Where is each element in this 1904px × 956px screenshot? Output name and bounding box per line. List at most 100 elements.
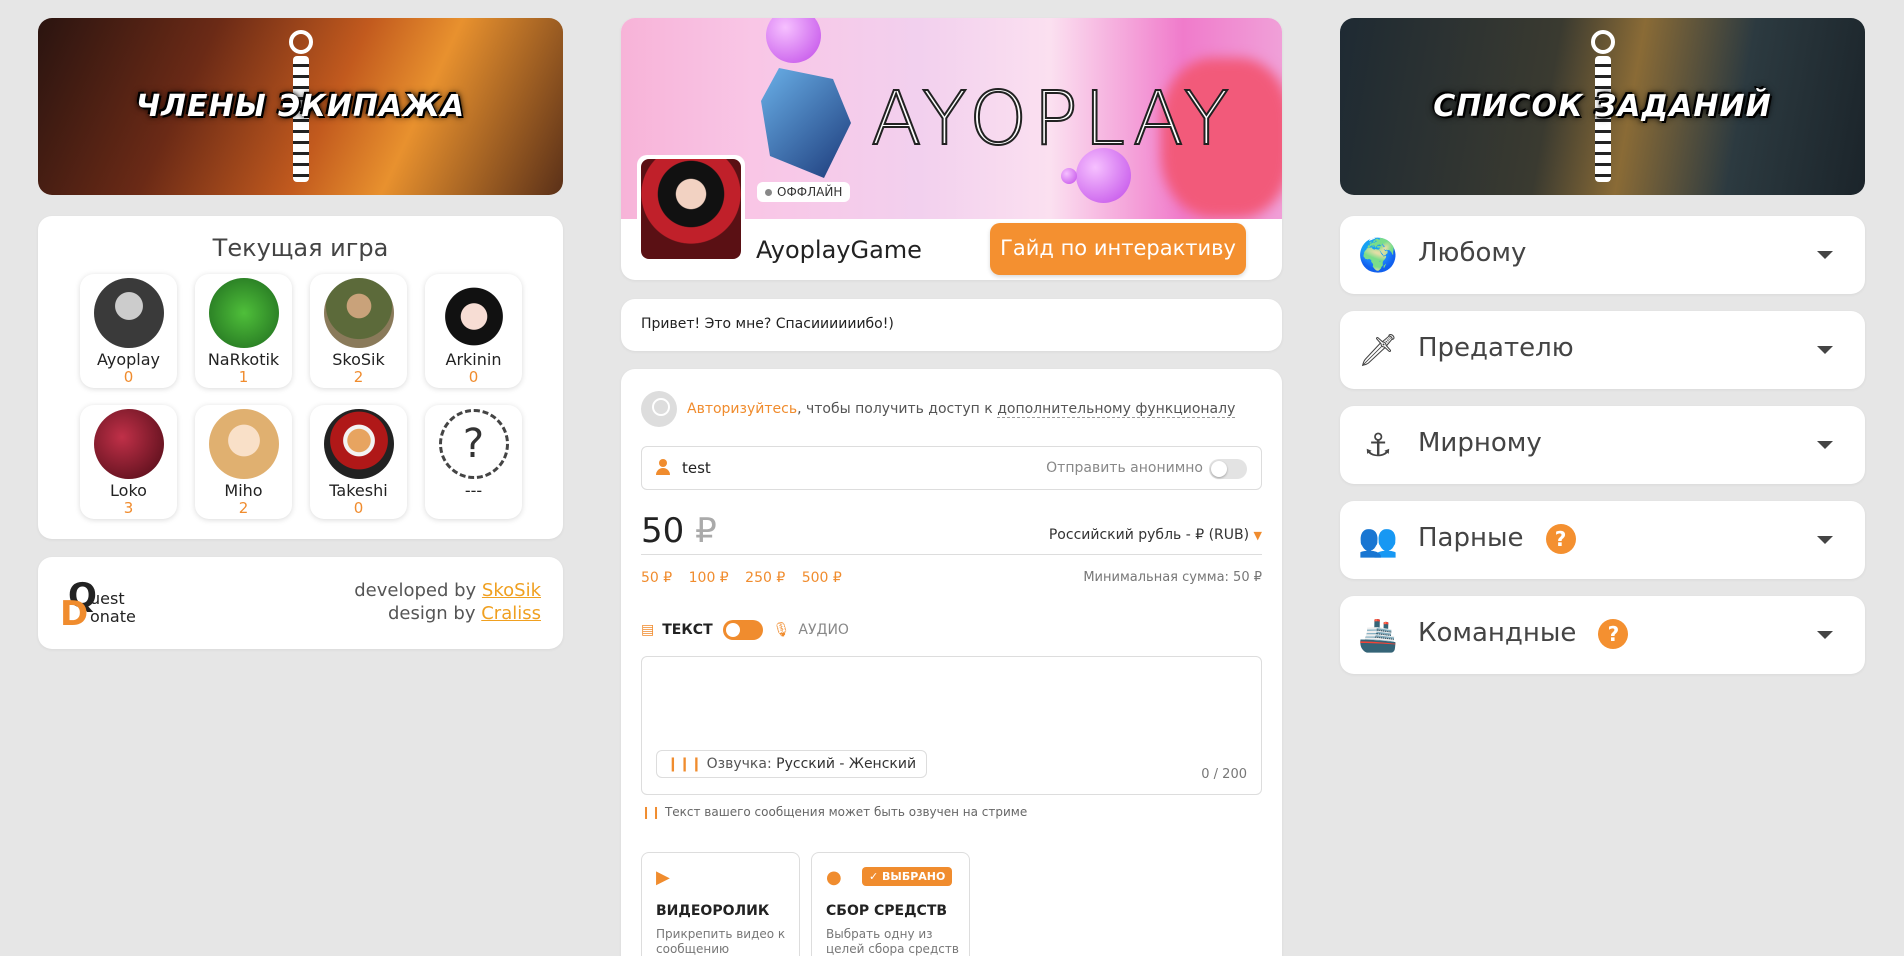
current-game-title: Текущая игра (212, 234, 389, 262)
player-name: Ayoplay (97, 350, 160, 369)
option-title: ВИДЕОРОЛИК (656, 903, 770, 919)
avatar (323, 278, 394, 348)
chevron-down-icon (1817, 346, 1833, 354)
features-link[interactable]: дополнительному функционалу (997, 401, 1236, 418)
option-title: СБОР СРЕДСТВ (826, 903, 948, 919)
category-anyone[interactable]: 🌍 Любому (1340, 216, 1865, 294)
preset-250[interactable]: 250 ₽ (745, 570, 785, 586)
amount-field[interactable]: 50 ₽ Российский рубль - ₽ (RUB) ▼ (641, 509, 1262, 555)
status-dot-icon (765, 189, 772, 196)
player-card[interactable]: Arkinin 0 (425, 274, 522, 388)
currency-select[interactable]: Российский рубль - ₽ (RUB) ▼ (1049, 527, 1262, 543)
char-counter: 0 / 200 (1201, 767, 1247, 782)
player-score: 0 (353, 499, 364, 517)
player-card[interactable]: NaRkotik 1 (195, 274, 292, 388)
player-score: 2 (238, 499, 249, 517)
guide-button[interactable]: Гайд по интерактиву (990, 223, 1246, 275)
amount-presets: 50 ₽ 100 ₽ 250 ₽ 500 ₽ (641, 570, 854, 586)
current-game-card: Текущая игра Ayoplay 0 NaRkotik 1 SkoSik… (38, 216, 563, 539)
auth-prompt: Авторизуйтесь, чтобы получить доступ к д… (641, 391, 1236, 427)
ayoplay-banner-text: AYOPLAY (870, 75, 1235, 163)
avatar (438, 278, 509, 348)
player-card[interactable]: Ayoplay 0 (80, 274, 177, 388)
knife-icon: 🗡 (1358, 331, 1399, 369)
preset-50[interactable]: 50 ₽ (641, 570, 672, 586)
option-description: Выбрать одну из целей сбора средств (826, 927, 959, 956)
pair-icon: 👥 (1358, 521, 1398, 559)
streamer-avatar (637, 155, 745, 263)
streamer-name: AyoplayGame (756, 236, 922, 264)
player-card-empty[interactable]: ? --- (425, 405, 522, 519)
sound-wave-icon: ❙❙ (641, 805, 662, 819)
player-name: --- (464, 481, 483, 500)
donor-name-field[interactable]: Отправить анонимно (641, 446, 1262, 490)
donation-form: Авторизуйтесь, чтобы получить доступ к д… (621, 369, 1282, 956)
player-card[interactable]: Takeshi 0 (310, 405, 407, 519)
option-fundraising[interactable]: ● ✓ ВЫБРАНО СБОР СРЕДСТВ Выбрать одну из… (811, 852, 970, 956)
player-name: NaRkotik (207, 350, 280, 369)
category-label: Парные? (1418, 523, 1576, 554)
player-card[interactable]: Loko 3 (80, 405, 177, 519)
help-icon[interactable]: ? (1545, 523, 1576, 554)
option-description: Прикрепить видео к сообщению (656, 927, 786, 956)
category-label: Предателю (1418, 333, 1574, 363)
category-traitor[interactable]: 🗡 Предателю (1340, 311, 1865, 389)
player-score: 0 (123, 368, 134, 386)
voice-select[interactable]: ❙❙❙ Озвучка: Русский - Женский (656, 750, 928, 778)
chevron-down-icon (1817, 251, 1833, 259)
mode-audio-label[interactable]: АУДИО (798, 622, 849, 638)
option-video[interactable]: ▶ ВИДЕОРОЛИК Прикрепить видео к сообщени… (641, 852, 800, 956)
tasks-banner: СПИСОК ЗАДАНИЙ (1340, 18, 1865, 195)
sound-wave-icon: ❙❙❙ (667, 756, 703, 772)
player-name: Takeshi (329, 481, 388, 500)
player-score: 1 (238, 368, 249, 386)
min-sum-label: Минимальная сумма: 50 ₽ (1083, 570, 1262, 585)
mode-toggle[interactable] (722, 620, 763, 640)
profile-card: AYOPLAY ОФФЛАЙН AyoplayGame Гайд по инте… (621, 18, 1282, 280)
preset-500[interactable]: 500 ₽ (802, 570, 842, 586)
amount-value: 50 ₽ (641, 511, 717, 551)
chat-icon: ▤ (641, 622, 655, 638)
donor-name-input[interactable] (682, 459, 982, 477)
guest-avatar-icon (641, 391, 677, 427)
avatar (93, 409, 164, 479)
voice-hint: ❙❙ Текст вашего сообщения может быть озв… (641, 805, 1028, 819)
message-textarea[interactable]: ❙❙❙ Озвучка: Русский - Женский 0 / 200 (641, 656, 1262, 795)
money-bag-icon: ● (826, 867, 842, 888)
crew-banner: ЧЛЕНЫ ЭКИПАЖА (38, 18, 563, 195)
anchor-icon: ⚓ (1363, 426, 1393, 464)
chevron-down-icon (1817, 536, 1833, 544)
designer-link[interactable]: Craliss (481, 603, 541, 624)
help-icon[interactable]: ? (1598, 618, 1629, 649)
category-label: Командные? (1418, 618, 1629, 649)
player-card[interactable]: Miho 2 (195, 405, 292, 519)
microphone-icon: 🎙 (772, 622, 791, 638)
tasks-banner-title: СПИСОК ЗАДАНИЙ (1433, 89, 1772, 124)
selected-badge: ✓ ВЫБРАНО (862, 867, 953, 886)
avatar (93, 278, 164, 348)
chevron-down-icon (1817, 441, 1833, 449)
player-card[interactable]: SkoSik 2 (310, 274, 407, 388)
category-label: Любому (1418, 238, 1527, 268)
category-team[interactable]: 🚢 Командные? (1340, 596, 1865, 674)
avatar (208, 409, 279, 479)
anonymous-toggle[interactable] (1209, 459, 1247, 479)
user-icon (656, 459, 670, 475)
category-peaceful[interactable]: ⚓ Мирному (1340, 406, 1865, 484)
globe-icon: 🌍 (1358, 236, 1398, 274)
player-name: Miho (224, 481, 263, 500)
design-by-label: design by (387, 603, 476, 624)
questdonate-logo: Q D uest onate (60, 576, 136, 634)
mode-text-label[interactable]: ТЕКСТ (662, 622, 712, 638)
category-pairs[interactable]: 👥 Парные? (1340, 501, 1865, 579)
preset-100[interactable]: 100 ₽ (689, 570, 729, 586)
streamer-message: Привет! Это мне? Спасиииииибо!) (621, 299, 1282, 351)
credits: developed by SkoSik design by Craliss (354, 579, 541, 625)
player-name: Arkinin (445, 350, 502, 369)
ship-icon: 🚢 (1358, 616, 1398, 654)
avatar (323, 409, 394, 479)
login-link[interactable]: Авторизуйтесь (687, 401, 797, 417)
play-icon: ▶ (656, 867, 670, 888)
anonymous-label: Отправить анонимно (1046, 460, 1203, 476)
developer-link[interactable]: SkoSik (482, 580, 541, 601)
